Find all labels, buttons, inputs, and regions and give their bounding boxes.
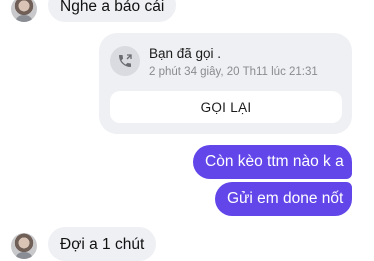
message-text: Đợi a 1 chút — [60, 236, 145, 253]
call-title: Bạn đã gọi . — [149, 46, 222, 61]
incoming-message-bubble[interactable]: Nghe a bảo cái — [48, 0, 177, 22]
message-text: Nghe a bảo cái — [60, 0, 165, 15]
outgoing-message-bubble[interactable]: Còn kèo ttm nào k a — [193, 145, 352, 179]
call-details: 2 phút 34 giây, 20 Th11 lúc 21:31 — [149, 66, 318, 78]
message-text: Còn kèo ttm nào k a — [205, 153, 344, 170]
message-text: Gửi em done nốt — [227, 190, 344, 207]
avatar[interactable] — [11, 233, 37, 259]
call-back-button[interactable]: GỌI LẠI — [110, 91, 342, 123]
incoming-message-bubble[interactable]: Đợi a 1 chút — [48, 227, 157, 261]
outgoing-message-bubble[interactable]: Gửi em done nốt — [215, 182, 352, 216]
phone-icon — [110, 46, 140, 76]
avatar[interactable] — [11, 0, 37, 22]
call-log-card: Bạn đã gọi . 2 phút 34 giây, 20 Th11 lúc… — [99, 33, 352, 134]
